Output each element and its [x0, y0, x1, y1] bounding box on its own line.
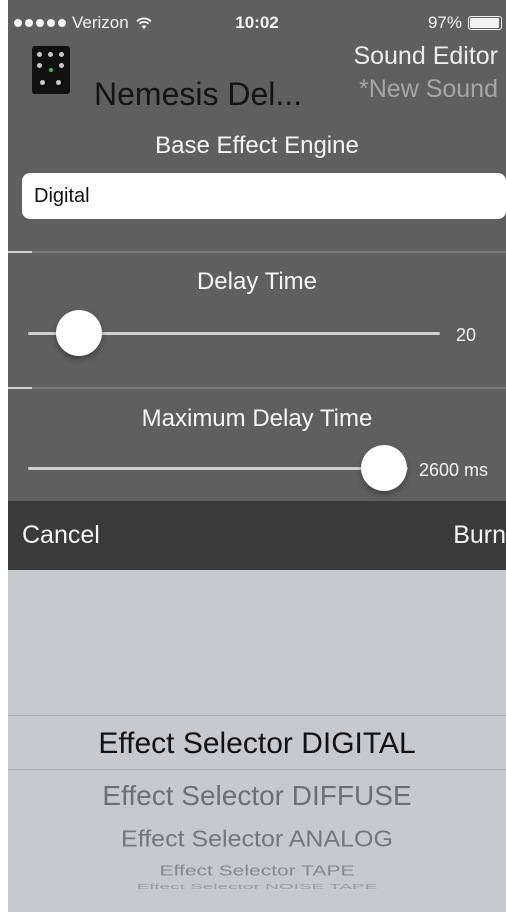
delay-time-value: 20 — [456, 325, 477, 345]
burn-button[interactable]: Burn — [453, 521, 506, 550]
delay-time-label: Delay Time — [196, 268, 318, 295]
divider — [8, 251, 506, 253]
picker-selection-line-top — [8, 715, 506, 716]
picker-option[interactable]: Effect Selector TAPE — [8, 862, 506, 879]
battery-percent: 97% — [427, 13, 462, 32]
effect-selector-picker[interactable]: Effect Selector DIGITAL Effect Selector … — [8, 570, 506, 912]
picker-option[interactable]: Effect Selector DIFFUSE — [8, 780, 506, 812]
status-bar: Verizon 10:02 97% — [8, 0, 506, 40]
picker-toolbar: Cancel Burn — [8, 501, 506, 570]
base-effect-engine-label: Base Effect Engine — [155, 132, 359, 159]
divider — [8, 387, 506, 389]
max-delay-time-value: 2600 ms — [419, 460, 489, 480]
cancel-button[interactable]: Cancel — [22, 521, 100, 550]
status-right: 97% — [428, 13, 502, 33]
picker-option-selected[interactable]: Effect Selector DIGITAL — [8, 727, 506, 761]
battery-fill — [470, 18, 500, 28]
battery-icon — [468, 16, 502, 30]
device-name: Nemesis Del... — [94, 76, 303, 112]
max-delay-time-label: Maximum Delay Time — [141, 405, 373, 432]
device-thumbnail-image — [32, 46, 70, 94]
sound-editor-screen: Verizon 10:02 97% Nemesis Del... Sound E… — [8, 0, 506, 912]
max-delay-time-slider-track[interactable] — [28, 467, 408, 470]
picker-option[interactable]: Effect Selector ANALOG — [8, 826, 506, 853]
max-delay-time-slider-thumb[interactable] — [361, 445, 407, 491]
editor-title: Sound Editor — [353, 42, 498, 70]
picker-option[interactable]: Effect Selector NOISE TAPE — [8, 883, 506, 891]
base-effect-engine-field[interactable]: Digital — [22, 173, 506, 219]
delay-time-slider-thumb[interactable] — [56, 310, 102, 356]
picker-selection-line-bottom — [8, 769, 506, 770]
sound-name: *New Sound — [359, 75, 498, 103]
